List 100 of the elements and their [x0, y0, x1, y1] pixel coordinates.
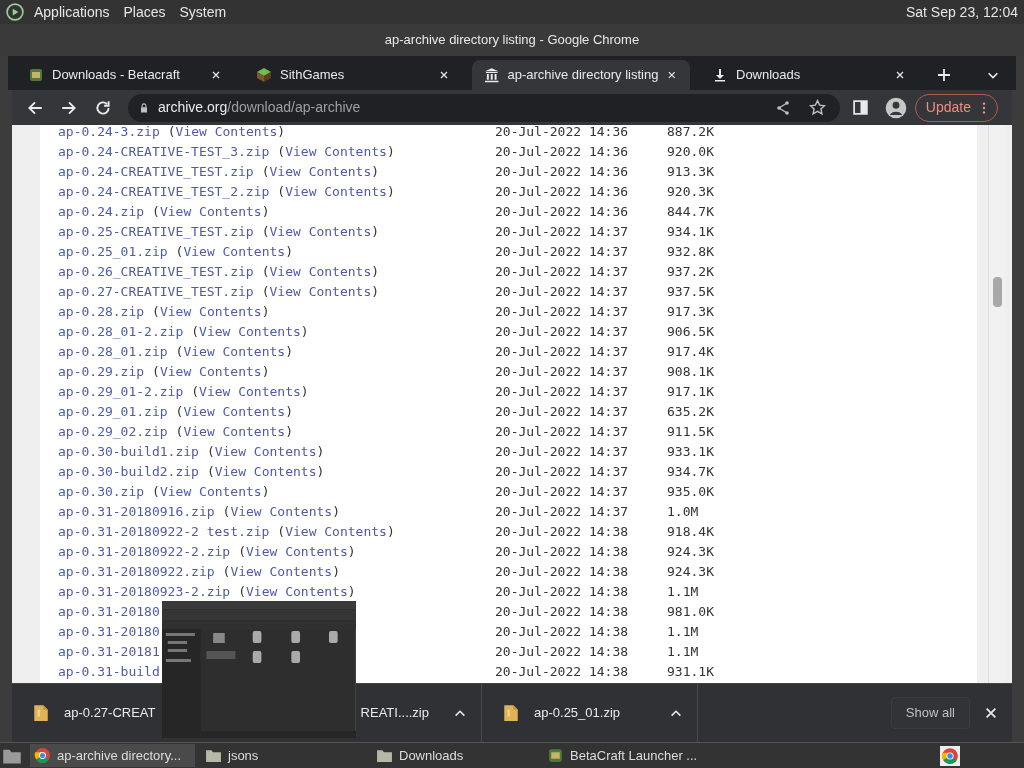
view-contents-text: (View Contents) — [238, 543, 356, 561]
file-link[interactable]: ap-0.31-20180922-2.zip — [58, 542, 231, 562]
size-text: 908.1K — [667, 363, 714, 381]
file-link[interactable]: ap-0.31-build — [58, 662, 160, 682]
clock: Sat Sep 23, 12:04 — [905, 2, 1018, 22]
view-contents-link[interactable]: View Contents — [159, 304, 262, 319]
view-contents-link[interactable]: View Contents — [175, 125, 278, 139]
file-link[interactable]: ap-0.28_01.zip — [58, 342, 168, 362]
file-link[interactable]: ap-0.25-CREATIVE_TEST.zip — [58, 222, 254, 242]
reload-icon[interactable] — [94, 98, 112, 117]
file-link[interactable]: ap-0.24.zip — [58, 202, 145, 222]
view-contents-link[interactable]: View Contents — [269, 284, 372, 299]
file-link[interactable]: ap-0.29_02.zip — [58, 422, 168, 442]
taskbar-button[interactable]: BetaCraft Launcher ... — [543, 744, 708, 767]
file-link[interactable]: ap-0.24-CREATIVE-TEST_3.zip — [58, 142, 270, 162]
size-text: 920.0K — [667, 143, 714, 161]
file-link[interactable]: ap-0.31-20181 — [58, 642, 160, 662]
view-contents-text: (View Contents) — [167, 125, 286, 141]
file-link[interactable]: ap-0.25_01.zip — [58, 242, 168, 262]
size-text: 937.5K — [667, 283, 714, 301]
show-all-button[interactable]: Show all — [890, 697, 970, 729]
side-panel-icon[interactable] — [851, 99, 869, 116]
file-name-text: REATI....zip — [360, 704, 429, 723]
file-link[interactable]: ap-0.24-CREATIVE_TEST_2.zip — [58, 182, 270, 202]
date-text: 20-Jul-2022 14:37 — [495, 263, 630, 281]
view-contents-link[interactable]: View Contents — [285, 144, 387, 159]
file-link[interactable]: ap-0.31-20180922-2 test.zip — [58, 522, 270, 542]
panel-menu[interactable]: Places — [123, 1, 166, 23]
date-text: 20-Jul-2022 14:37 — [495, 503, 630, 521]
chrome-icon — [34, 747, 51, 764]
taskbar-button[interactable]: jsons — [201, 744, 366, 767]
size-text: 935.0K — [667, 483, 714, 501]
file-link[interactable]: ap-0.29_01-2.zip — [58, 382, 184, 402]
file-link[interactable]: ap-0.31-20180 — [58, 622, 160, 642]
view-contents-link[interactable]: View Contents — [183, 344, 286, 359]
address-bar[interactable]: archive.org/download/ap-archive — [128, 93, 840, 122]
folder-icon — [205, 747, 222, 764]
view-contents-link[interactable]: View Contents — [183, 404, 286, 419]
view-contents-link[interactable]: View Contents — [214, 464, 317, 479]
close-icon[interactable] — [210, 69, 222, 81]
file-link[interactable]: ap-0.30-build1.zip — [58, 442, 199, 462]
view-contents-link[interactable]: View Contents — [285, 524, 387, 539]
view-contents-text: (View Contents) — [277, 143, 395, 161]
panel-menu[interactable]: Applications — [34, 1, 110, 23]
file-link[interactable]: ap-0.28_01-2.zip — [58, 322, 184, 342]
file-link[interactable]: ap-0.24-3.zip — [58, 125, 160, 142]
scrollbar[interactable] — [988, 125, 1005, 683]
browser-tab[interactable]: Downloads - Betacraft — [16, 60, 234, 90]
view-contents-link[interactable]: View Contents — [183, 424, 286, 439]
date-text: 20-Jul-2022 14:37 — [495, 343, 630, 361]
file-link[interactable]: ap-0.31-20180922.zip — [58, 562, 215, 582]
file-link[interactable]: ap-0.29.zip — [58, 362, 145, 382]
view-contents-link[interactable]: View Contents — [199, 384, 301, 399]
file-link[interactable]: ap-0.31-20180916.zip — [58, 502, 215, 522]
file-link[interactable]: ap-0.31-20180923-2.zip — [58, 582, 231, 602]
view-contents-link[interactable]: View Contents — [230, 504, 333, 519]
view-contents-link[interactable]: View Contents — [159, 364, 262, 379]
file-link[interactable]: ap-0.30-build2.zip — [58, 462, 199, 482]
view-contents-text: (View Contents) — [261, 283, 380, 301]
view-contents-link[interactable]: View Contents — [230, 564, 333, 579]
browser-tab[interactable]: Downloads — [700, 60, 918, 90]
file-link[interactable]: ap-0.27-CREATIVE_TEST.zip — [58, 282, 254, 302]
close-icon[interactable] — [984, 706, 998, 720]
browser-tab[interactable]: ap-archive directory listing — [472, 60, 690, 90]
file-link[interactable]: ap-0.30.zip — [58, 482, 145, 502]
taskbar-button[interactable]: ap-archive directory... — [30, 744, 195, 767]
chrome-tray-icon[interactable] — [941, 746, 959, 765]
file-link[interactable]: ap-0.29_01.zip — [58, 402, 168, 422]
share-icon[interactable] — [774, 99, 791, 116]
view-contents-link[interactable]: View Contents — [269, 264, 372, 279]
view-contents-link[interactable]: View Contents — [285, 184, 387, 199]
file-link[interactable]: ap-0.24-CREATIVE_TEST.zip — [58, 162, 254, 182]
file-link[interactable]: ap-0.28.zip — [58, 302, 145, 322]
view-contents-link[interactable]: View Contents — [199, 324, 301, 339]
taskbar-button[interactable]: Downloads — [372, 744, 537, 767]
view-contents-link[interactable]: View Contents — [159, 484, 262, 499]
close-icon[interactable] — [438, 69, 450, 81]
view-contents-link[interactable]: View Contents — [246, 544, 348, 559]
date-text: 20-Jul-2022 14:37 — [495, 223, 630, 241]
panel-menu[interactable]: System — [179, 1, 227, 23]
file-link[interactable]: ap-0.31-20180 — [58, 602, 160, 622]
size-text: 981.0K — [667, 603, 714, 621]
file-link[interactable]: ap-0.26_CREATIVE_TEST.zip — [58, 262, 254, 282]
view-contents-link[interactable]: View Contents — [183, 244, 286, 259]
new-tab-icon[interactable] — [936, 67, 952, 83]
profile-icon[interactable] — [884, 96, 907, 119]
close-icon[interactable] — [894, 69, 906, 81]
view-contents-link[interactable]: View Contents — [269, 164, 372, 179]
size-text: 1.1M — [667, 583, 699, 601]
view-contents-link[interactable]: View Contents — [214, 444, 317, 459]
view-contents-link[interactable]: View Contents — [159, 204, 262, 219]
close-icon[interactable] — [666, 69, 678, 81]
view-contents-link[interactable]: View Contents — [246, 584, 348, 599]
menu-logo-icon[interactable] — [6, 3, 24, 21]
browser-tab[interactable]: SithGames — [244, 60, 462, 90]
date-text: 20-Jul-2022 14:36 — [495, 203, 630, 221]
star-icon[interactable] — [808, 99, 826, 116]
view-contents-link[interactable]: View Contents — [269, 224, 372, 239]
size-text: 1.1M — [667, 623, 699, 641]
date-text: 20-Jul-2022 14:38 — [495, 543, 630, 561]
